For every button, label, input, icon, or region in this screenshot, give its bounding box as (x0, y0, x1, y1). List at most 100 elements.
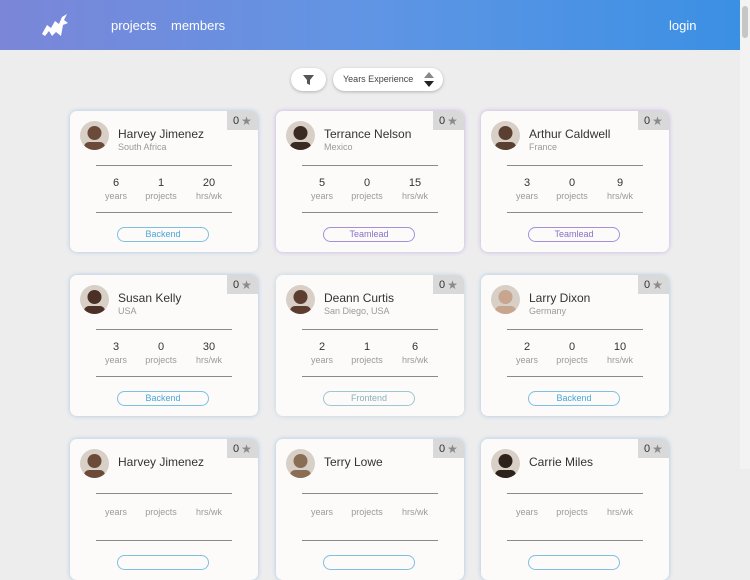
star-badge[interactable]: 0 ★ (227, 275, 258, 294)
star-badge[interactable]: 0 ★ (227, 111, 258, 130)
projects-value: 0 (363, 177, 371, 189)
star-badge[interactable]: 0 ★ (433, 275, 464, 294)
divider (507, 540, 643, 541)
stat-hours: 15 hrs/wk (390, 177, 440, 201)
star-badge[interactable]: 0 ★ (638, 275, 669, 294)
member-card[interactable]: Deann Curtis San Diego, USA 0 ★ 2 years 1 proje… (276, 275, 464, 416)
years-label: years (515, 507, 538, 517)
unicorn-logo-icon[interactable] (40, 12, 70, 38)
role-tag[interactable]: Backend (117, 227, 209, 242)
divider (507, 212, 643, 213)
divider (96, 540, 232, 541)
top-navigation-bar: projects members login (0, 0, 740, 50)
years-label: years (104, 507, 127, 517)
star-icon[interactable]: ★ (652, 442, 663, 456)
member-name: Carrie Miles (529, 455, 594, 469)
hours-label: hrs/wk (195, 355, 222, 365)
member-card[interactable]: Terry Lowe 0 ★ years projects hrs/wk (276, 439, 464, 580)
star-icon[interactable]: ★ (241, 442, 252, 456)
avatar (286, 449, 315, 478)
star-count: 0 (439, 278, 446, 291)
stat-years: 3 years (91, 341, 141, 365)
stat-projects: projects (342, 505, 392, 517)
role-tag[interactable]: Backend (528, 391, 620, 406)
star-icon[interactable]: ★ (447, 442, 458, 456)
projects-label: projects (145, 191, 177, 201)
years-value: 3 (112, 341, 120, 353)
avatar (80, 449, 109, 478)
member-name: Harvey Jimenez (118, 127, 205, 141)
divider (96, 165, 232, 166)
member-location: Mexico (324, 142, 353, 152)
star-count: 0 (439, 114, 446, 127)
avatar (491, 285, 520, 314)
stat-hours: 30 hrs/wk (184, 341, 234, 365)
nav-link-members[interactable]: members (171, 18, 225, 33)
nav-link-projects[interactable]: projects (111, 18, 157, 33)
projects-label: projects (351, 355, 383, 365)
years-value: 3 (523, 177, 531, 189)
divider (507, 329, 643, 330)
member-name: Harvey Jimenez (118, 455, 205, 469)
filter-icon (303, 74, 314, 85)
star-icon[interactable]: ★ (652, 114, 663, 128)
star-count: 0 (644, 114, 651, 127)
avatar (286, 121, 315, 150)
member-card[interactable]: Larry Dixon Germany 0 ★ 2 years 0 projects 10 hrs… (481, 275, 669, 416)
hours-value: 20 (202, 177, 216, 189)
star-icon[interactable]: ★ (241, 278, 252, 292)
stat-years: years (502, 505, 552, 517)
stat-hours: hrs/wk (595, 505, 645, 517)
divider (302, 493, 438, 494)
star-badge[interactable]: 0 ★ (227, 439, 258, 458)
star-count: 0 (644, 278, 651, 291)
hours-label: hrs/wk (401, 355, 428, 365)
hours-value: 10 (613, 341, 627, 353)
member-card[interactable]: Carrie Miles 0 ★ years projects hrs/wk (481, 439, 669, 580)
member-card[interactable]: Arthur Caldwell France 0 ★ 3 years 0 projects 9 h… (481, 111, 669, 252)
role-tag[interactable]: Backend (117, 391, 209, 406)
stat-hours: 20 hrs/wk (184, 177, 234, 201)
role-tag[interactable] (528, 555, 620, 570)
star-badge[interactable]: 0 ★ (638, 439, 669, 458)
divider (302, 329, 438, 330)
member-card[interactable]: Harvey Jimenez 0 ★ years projects hrs/wk (70, 439, 258, 580)
role-tag[interactable] (117, 555, 209, 570)
star-count: 0 (439, 442, 446, 455)
sort-select[interactable]: Years Experience (333, 68, 443, 91)
member-card[interactable]: Susan Kelly USA 0 ★ 3 years 0 projects 30 hrs/wk B… (70, 275, 258, 416)
vertical-scrollbar[interactable] (740, 0, 750, 469)
stat-years: 6 years (91, 177, 141, 201)
hours-value: 9 (616, 177, 624, 189)
star-icon[interactable]: ★ (241, 114, 252, 128)
role-tag[interactable]: Frontend (323, 391, 415, 406)
stat-years: 2 years (297, 341, 347, 365)
projects-label: projects (556, 191, 588, 201)
scrollbar-thumb[interactable] (742, 6, 748, 38)
member-card[interactable]: Terrance Nelson Mexico 0 ★ 5 years 0 projects 15… (276, 111, 464, 252)
projects-label: projects (556, 507, 588, 517)
role-tag[interactable] (323, 555, 415, 570)
member-card[interactable]: Harvey Jimenez South Africa 0 ★ 6 years 1 proje… (70, 111, 258, 252)
years-label: years (515, 191, 538, 201)
divider (96, 212, 232, 213)
star-icon[interactable]: ★ (447, 114, 458, 128)
stat-projects: 1 projects (136, 177, 186, 201)
stat-projects: 0 projects (547, 177, 597, 201)
hours-label: hrs/wk (401, 191, 428, 201)
years-label: years (515, 355, 538, 365)
star-icon[interactable]: ★ (447, 278, 458, 292)
role-tag[interactable]: Teamlead (323, 227, 415, 242)
star-badge[interactable]: 0 ★ (433, 439, 464, 458)
member-location: Germany (529, 306, 567, 316)
login-link[interactable]: login (669, 18, 696, 33)
filter-button[interactable] (291, 68, 326, 91)
years-value: 5 (318, 177, 326, 189)
star-icon[interactable]: ★ (652, 278, 663, 292)
star-badge[interactable]: 0 ★ (638, 111, 669, 130)
avatar (286, 285, 315, 314)
divider (302, 540, 438, 541)
star-badge[interactable]: 0 ★ (433, 111, 464, 130)
hours-label: hrs/wk (195, 507, 222, 517)
role-tag[interactable]: Teamlead (528, 227, 620, 242)
